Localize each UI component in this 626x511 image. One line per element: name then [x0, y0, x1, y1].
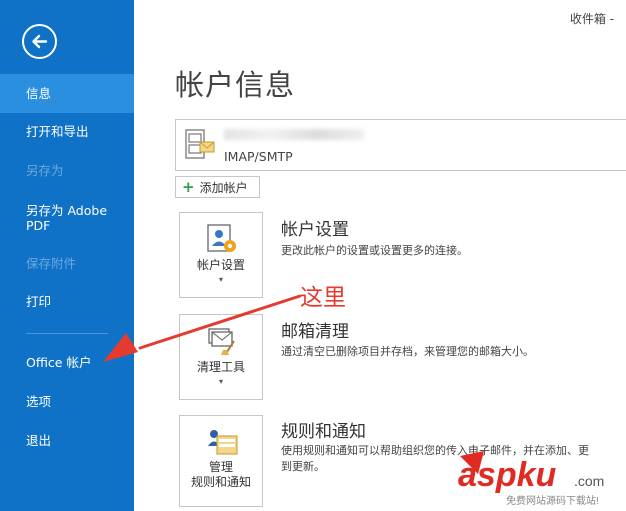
annotation-text: 这里	[300, 285, 346, 311]
watermark-tagline: 免费网站源码下载站!	[506, 494, 599, 507]
watermark-suffix: .com	[574, 473, 604, 489]
watermark-brand: aspku	[458, 456, 556, 494]
watermark-logo: aspku .com 免费网站源码下载站!	[458, 451, 604, 507]
annotation-arrow	[103, 294, 302, 362]
